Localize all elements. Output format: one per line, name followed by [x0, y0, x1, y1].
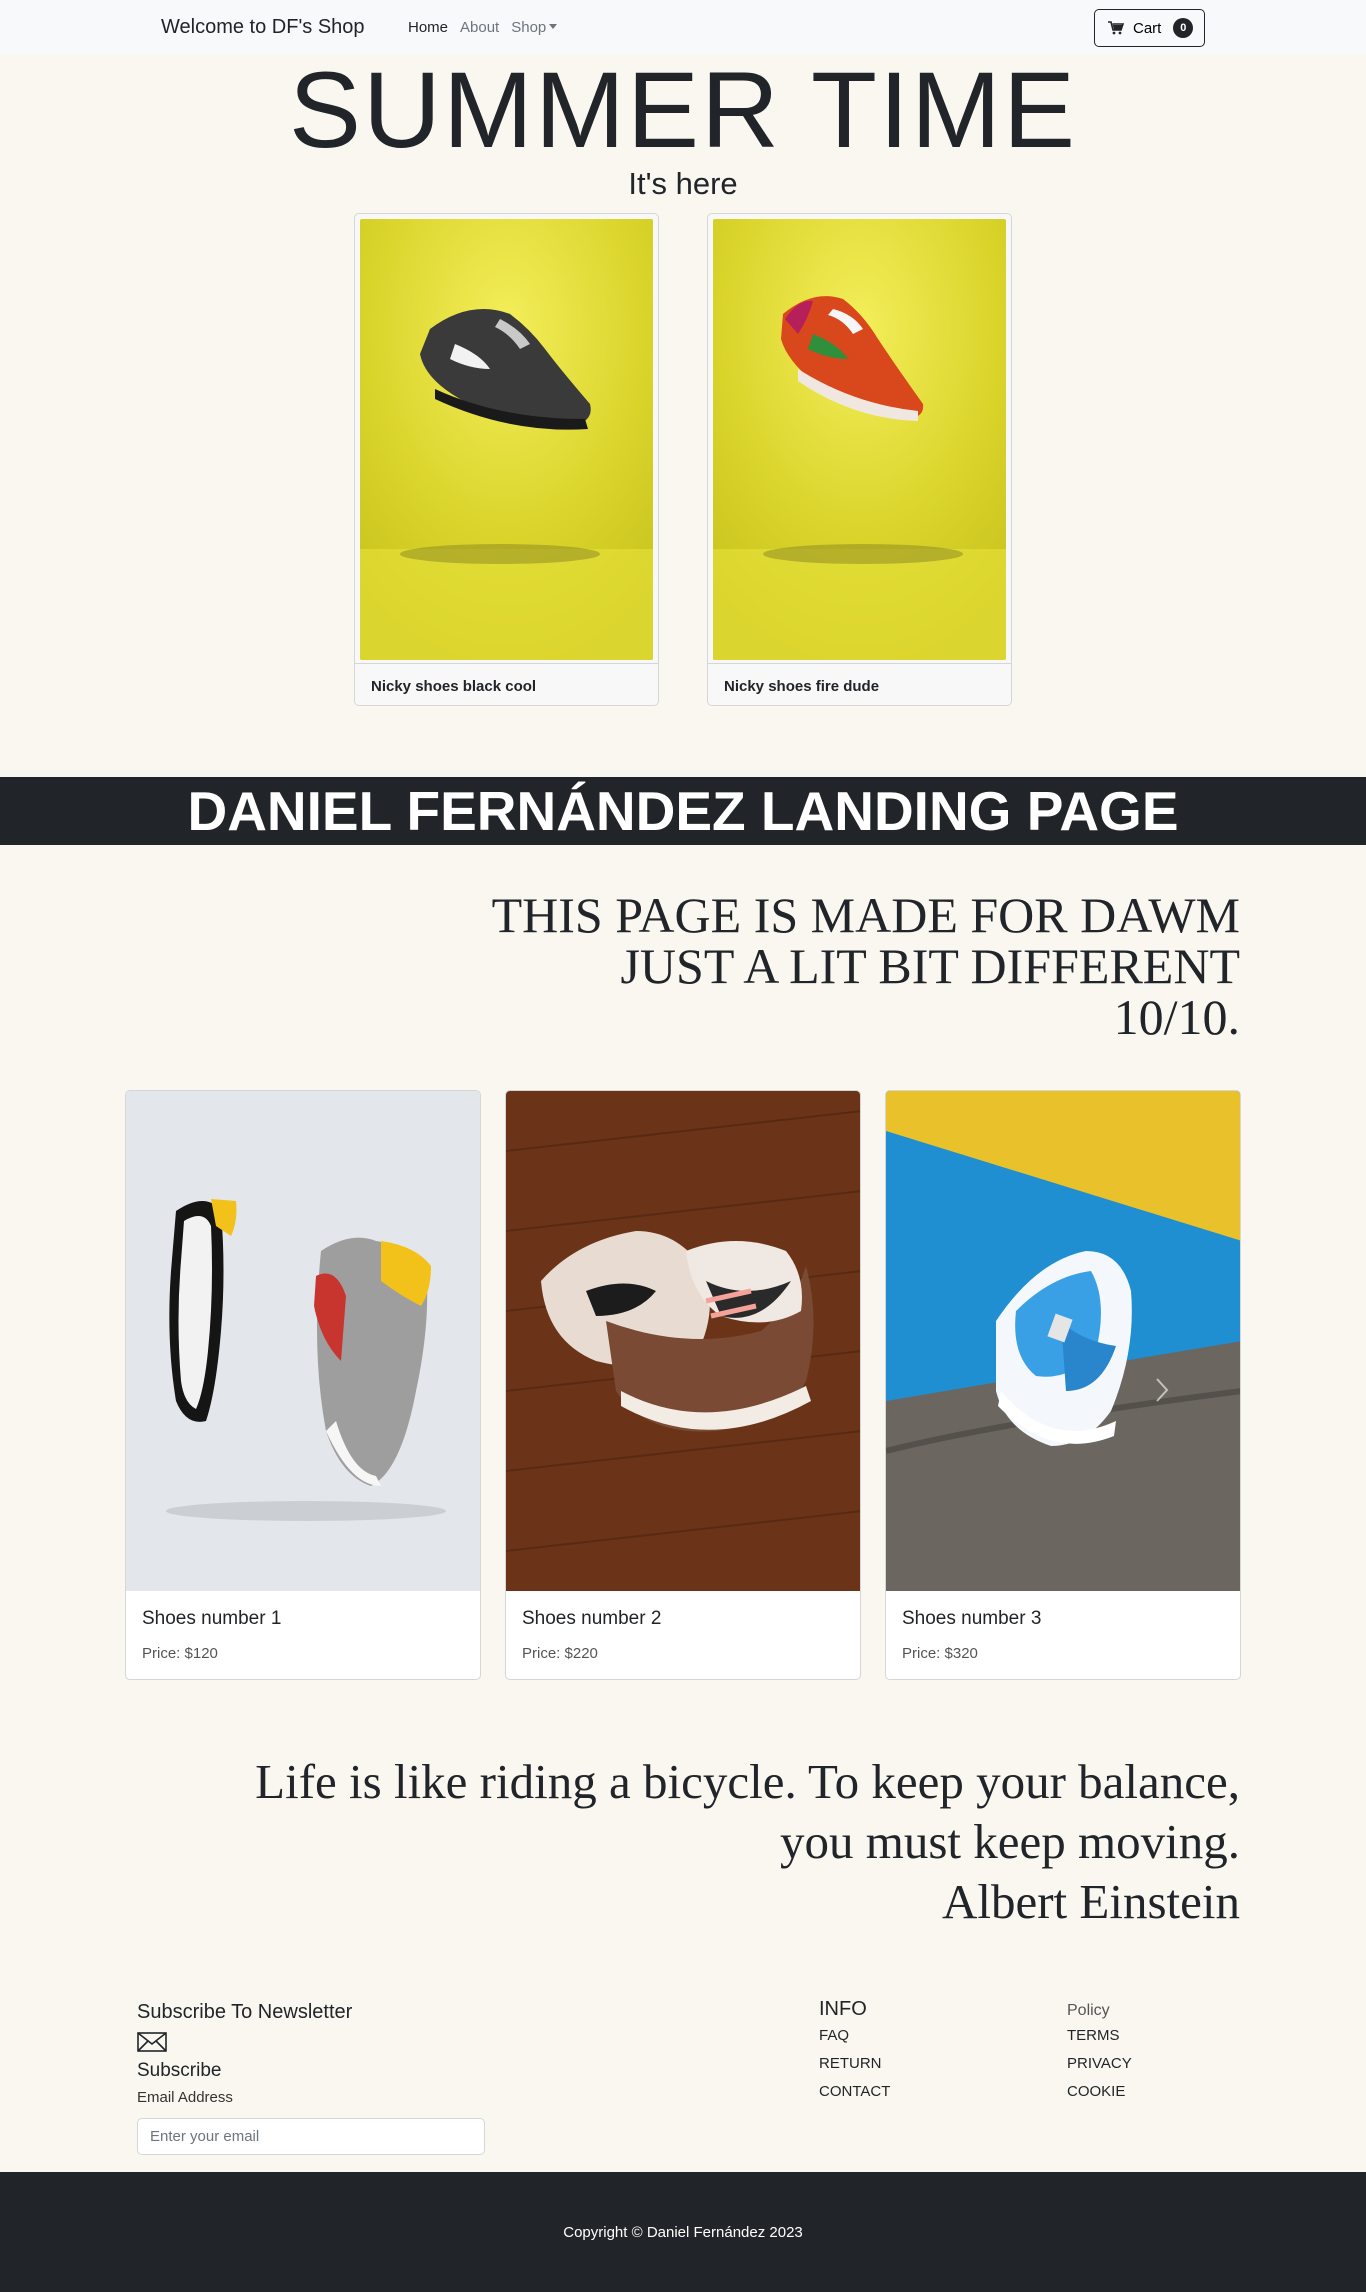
nav-links: Home About Shop: [408, 19, 558, 36]
product-image-3: [886, 1091, 1240, 1591]
product-price-3: Price: $320: [902, 1645, 978, 1662]
statement-line-1: THIS PAGE IS MADE FOR DAWM: [491, 887, 1240, 943]
product-price-1: Price: $120: [142, 1645, 218, 1662]
statement-block: THIS PAGE IS MADE FOR DAWM JUST A LIT BI…: [492, 890, 1240, 1043]
statement-line-2: JUST A LIT BIT DIFFERENT: [620, 938, 1240, 994]
policy-column: Policy TERMS PRIVACY COOKIE: [1067, 1998, 1132, 2111]
policy-link-privacy[interactable]: PRIVACY: [1067, 2055, 1132, 2072]
subscribe-heading: Subscribe: [137, 2060, 222, 2081]
cart-label: Cart: [1133, 19, 1162, 37]
product-card-1[interactable]: Shoes number 1 Price: $120: [125, 1090, 481, 1680]
policy-link-cookie[interactable]: COOKIE: [1067, 2083, 1132, 2100]
copyright-text: Copyright © Daniel Fernández 2023: [563, 2224, 803, 2241]
product-image-1: [126, 1091, 480, 1591]
product-card-2[interactable]: Shoes number 2 Price: $220: [505, 1090, 861, 1680]
page-footer: Copyright © Daniel Fernández 2023: [0, 2172, 1366, 2292]
statement-line-3: 10/10.: [1113, 989, 1240, 1045]
info-column: INFO FAQ RETURN CONTACT: [819, 1998, 890, 2111]
featured-image-2: [713, 219, 1006, 660]
envelope-icon: [137, 2032, 167, 2052]
email-input[interactable]: [137, 2118, 485, 2155]
featured-card-2[interactable]: Nicky shoes fire dude: [707, 213, 1012, 706]
policy-heading: Policy: [1067, 2002, 1110, 2019]
featured-image-1: [360, 219, 653, 660]
policy-link-terms[interactable]: TERMS: [1067, 2027, 1132, 2044]
hero-title: SUMMER TIME: [288, 49, 1078, 170]
nav-link-about[interactable]: About: [460, 19, 499, 36]
product-name-2: Shoes number 2: [522, 1608, 662, 1629]
landing-banner: DANIEL FERNÁNDEZ LANDING PAGE: [0, 777, 1366, 845]
cart-icon: [1108, 21, 1124, 35]
nav-dropdown-shop[interactable]: Shop: [511, 19, 558, 36]
info-link-contact[interactable]: CONTACT: [819, 2083, 890, 2100]
carousel-next-icon[interactable]: [1154, 1376, 1170, 1404]
product-price-2: Price: $220: [522, 1645, 598, 1662]
quote-block: Life is like riding a bicycle. To keep y…: [255, 1752, 1240, 1932]
navbar: Welcome to DF's Shop Home About Shop Car…: [0, 0, 1366, 54]
featured-caption-1: Nicky shoes black cool: [355, 663, 658, 695]
nav-dropdown-shop-label: Shop: [511, 19, 547, 36]
hero-subtitle: It's here: [628, 166, 738, 201]
product-name-3: Shoes number 3: [902, 1608, 1042, 1629]
product-image-2: [506, 1091, 860, 1591]
quote-line-2: you must keep moving.: [779, 1814, 1240, 1869]
quote-author: Albert Einstein: [941, 1874, 1240, 1929]
email-label: Email Address: [137, 2089, 233, 2106]
product-card-3[interactable]: Shoes number 3 Price: $320: [885, 1090, 1241, 1680]
quote-line-1: Life is like riding a bicycle. To keep y…: [255, 1754, 1240, 1809]
newsletter-title: Subscribe To Newsletter: [137, 2001, 353, 2023]
featured-caption-2: Nicky shoes fire dude: [708, 663, 1011, 695]
product-name-1: Shoes number 1: [142, 1608, 282, 1629]
cart-button[interactable]: Cart 0: [1094, 9, 1205, 47]
brand-link[interactable]: Welcome to DF's Shop: [161, 16, 365, 39]
info-link-faq[interactable]: FAQ: [819, 2027, 890, 2044]
caret-down-icon: [549, 24, 558, 29]
info-heading: INFO: [819, 1998, 867, 2020]
info-link-return[interactable]: RETURN: [819, 2055, 890, 2072]
featured-card-1[interactable]: Nicky shoes black cool: [354, 213, 659, 706]
cart-count-badge: 0: [1173, 18, 1194, 38]
nav-link-home[interactable]: Home: [408, 19, 448, 36]
